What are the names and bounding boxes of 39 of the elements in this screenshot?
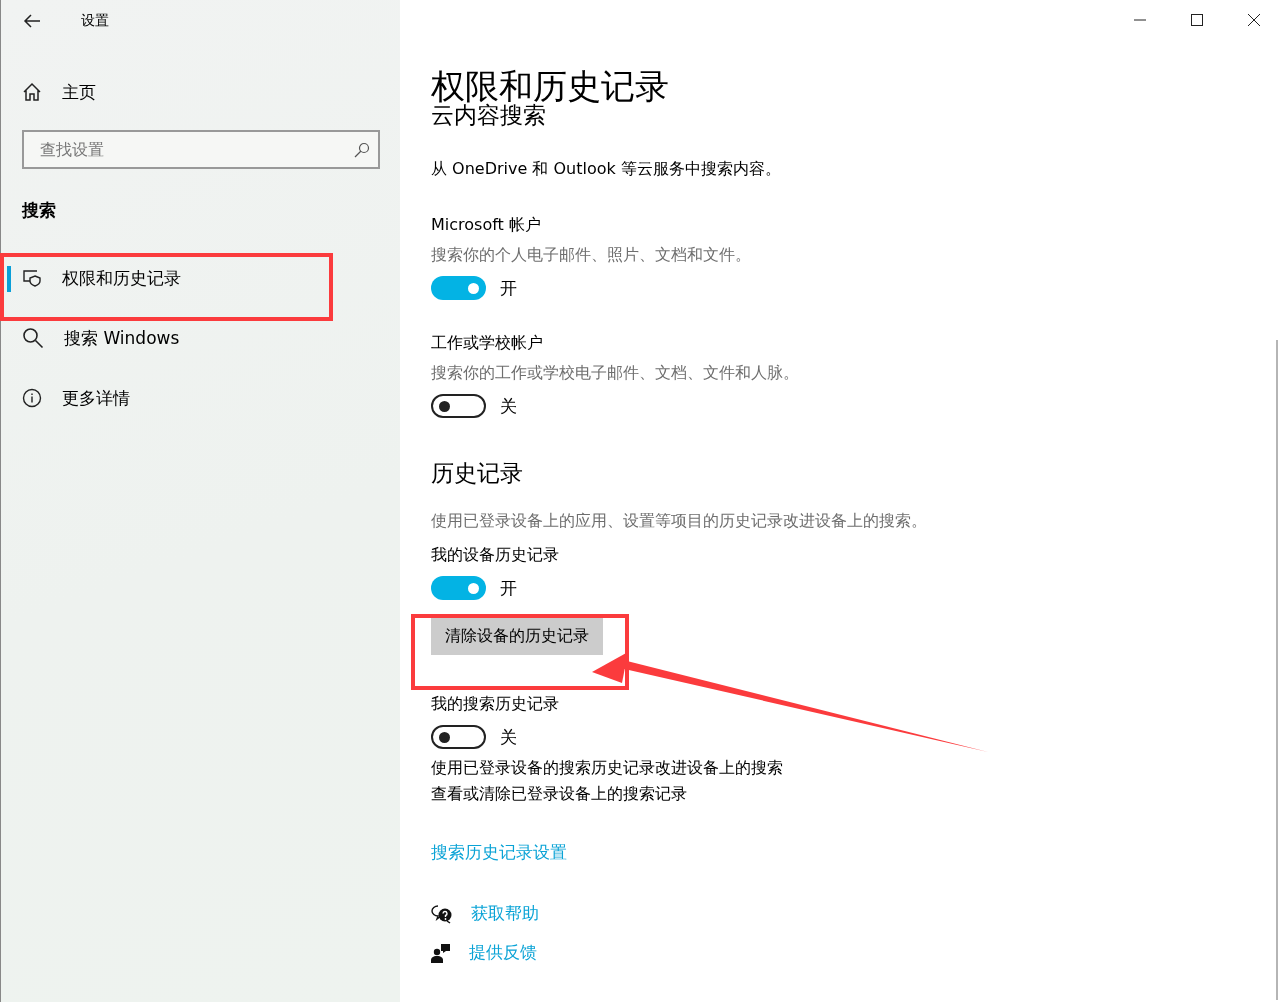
search-field[interactable]: 查找设置 — [22, 130, 380, 169]
description-text: 搜索你的个人电子邮件、照片、文档和文件。 — [431, 244, 751, 266]
person-feedback-icon — [431, 942, 451, 963]
body-text: 从 OneDrive 和 Outlook 等云服务中搜索内容。 — [431, 158, 781, 180]
setting-label: 工作或学校帐户 — [431, 332, 543, 354]
nav-item[interactable]: 搜索 Windows — [64, 326, 180, 350]
home-icon — [22, 82, 42, 102]
toggle-switch[interactable] — [431, 276, 486, 300]
toggle-switch[interactable] — [431, 725, 486, 749]
clear-history-button[interactable]: 清除设备的历史记录 — [431, 618, 603, 655]
shield-icon — [22, 268, 42, 288]
section-title: 搜索 — [20, 199, 57, 222]
nav-item[interactable]: 更多详情 — [62, 386, 130, 410]
maximize-icon — [1190, 14, 1203, 26]
toggle-state-label: 开 — [500, 576, 517, 600]
description-text: 使用已登录设备上的应用、设置等项目的历史记录改进设备上的搜索。 — [431, 510, 927, 532]
toggle-state-label: 开 — [500, 276, 517, 300]
home-nav-item[interactable]: 主页 — [1, 62, 400, 122]
description-text: 搜索你的工作或学校电子邮件、文档、文件和人脉。 — [431, 362, 799, 384]
info-icon — [22, 388, 42, 408]
section-heading: 历史记录 — [431, 459, 523, 488]
help-bubble-icon — [431, 903, 453, 924]
search-input[interactable]: 查找设置 — [38, 139, 354, 160]
setting-label: Microsoft 帐户 — [431, 214, 541, 236]
toggle-switch[interactable] — [431, 576, 486, 600]
search-icon — [22, 327, 44, 349]
window-title: 设置 — [81, 12, 109, 30]
setting-label: 我的搜索历史记录 — [431, 693, 559, 715]
setting-label: 我的设备历史记录 — [431, 544, 559, 566]
close-icon — [1247, 14, 1260, 26]
nav-item[interactable]: 权限和历史记录 — [62, 266, 181, 290]
body-text: 使用已登录设备的搜索历史记录改进设备上的搜索 — [431, 757, 783, 779]
toggle-state-label: 关 — [500, 725, 517, 749]
toggle-state-label: 关 — [500, 394, 517, 418]
section-heading: 云内容搜索 — [431, 102, 546, 128]
minimize-icon — [1133, 19, 1146, 21]
body-text: 查看或清除已登录设备上的搜索记录 — [431, 783, 687, 805]
search-icon — [354, 141, 370, 158]
toggle-switch[interactable] — [431, 394, 486, 418]
